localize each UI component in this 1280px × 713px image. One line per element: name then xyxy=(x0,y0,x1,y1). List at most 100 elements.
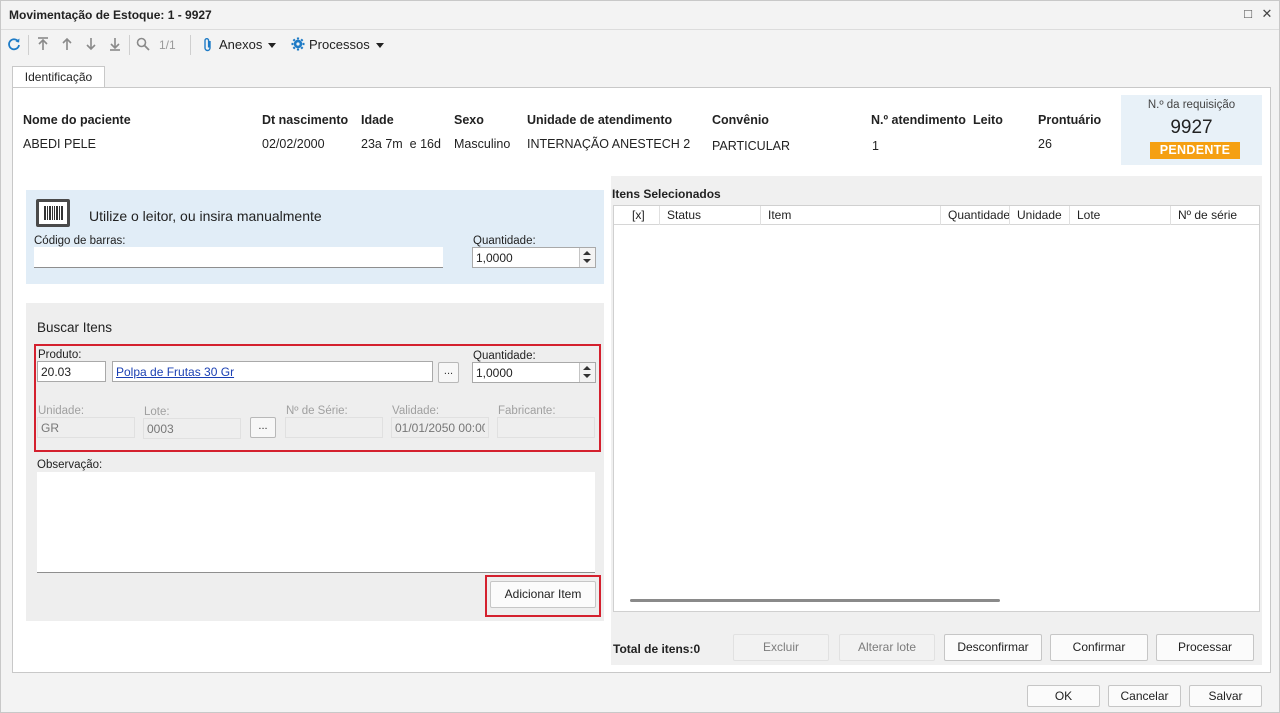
close-icon[interactable]: ✕ xyxy=(1260,7,1274,21)
barcode-qty-input[interactable] xyxy=(472,247,596,268)
lot-browse-button[interactable]: ... xyxy=(250,417,276,438)
patient-name-label: Nome do paciente xyxy=(23,113,131,127)
manufacturer-label: Fabricante: xyxy=(498,405,556,417)
requisition-box: N.º da requisição 9927 PENDENTE xyxy=(1121,95,1262,165)
chevron-down-icon xyxy=(268,43,277,49)
tab-label: Identificação xyxy=(24,70,93,84)
toolbar: 1/1 Anexos Processos xyxy=(1,30,1279,59)
column-header-check[interactable]: [x] xyxy=(614,206,660,225)
add-item-button[interactable]: Adicionar Item xyxy=(490,581,596,608)
unit-field-label: Unidade: xyxy=(38,405,85,417)
processos-menu[interactable]: Processos xyxy=(309,37,384,52)
column-header-serial[interactable]: Nº de série xyxy=(1171,206,1259,225)
patient-name: ABEDI PELE xyxy=(23,137,96,151)
requisition-label: N.º da requisição xyxy=(1147,99,1236,111)
record-value: 26 xyxy=(1038,137,1052,151)
previous-record-icon[interactable] xyxy=(59,36,75,52)
total-items: Total de itens:0 xyxy=(613,642,701,656)
product-browse-button[interactable]: ... xyxy=(438,362,459,383)
search-panel: Buscar Itens Produto: Polpa de Frutas 30… xyxy=(26,303,604,621)
manufacturer-input xyxy=(497,417,595,438)
confirm-button[interactable]: Confirmar xyxy=(1050,634,1148,661)
column-header-status[interactable]: Status xyxy=(660,206,761,225)
insurance-value: PARTICULAR xyxy=(712,139,791,153)
validity-input xyxy=(391,417,489,438)
unit-value: INTERNAÇÃO ANESTECH 2 xyxy=(527,137,691,151)
sex-label: Sexo xyxy=(454,113,484,127)
product-qty-stepper[interactable] xyxy=(579,363,595,382)
lot-input xyxy=(143,418,241,439)
product-code-input[interactable] xyxy=(37,361,106,382)
window-title: Movimentação de Estoque: 1 - 9927 xyxy=(9,8,212,22)
status-badge: PENDENTE xyxy=(1150,142,1240,159)
observation-label: Observação: xyxy=(37,459,103,471)
search-panel-title: Buscar Itens xyxy=(37,320,113,335)
age-value: 23a 7m e 16d xyxy=(361,137,441,151)
refresh-icon[interactable] xyxy=(6,36,22,52)
toolbar-separator xyxy=(190,35,191,55)
delete-button[interactable]: Excluir xyxy=(733,634,829,661)
requisition-number: 9927 xyxy=(1170,117,1213,138)
column-header-item[interactable]: Item xyxy=(761,206,941,225)
anexos-label: Anexos xyxy=(219,37,263,52)
column-header-lot[interactable]: Lote xyxy=(1070,206,1171,225)
process-button[interactable]: Processar xyxy=(1156,634,1254,661)
next-record-icon[interactable] xyxy=(83,36,99,52)
dob-label: Dt nascimento xyxy=(262,113,349,127)
search-icon[interactable] xyxy=(135,36,151,52)
tab-content: Nome do paciente ABEDI PELE Dt nasciment… xyxy=(12,87,1271,673)
change-lot-button[interactable]: Alterar lote xyxy=(839,634,935,661)
title-bar: Movimentação de Estoque: 1 - 9927 □ ✕ xyxy=(1,1,1279,30)
age-label: Idade xyxy=(361,113,394,127)
anexos-menu[interactable]: Anexos xyxy=(219,37,277,52)
last-record-icon[interactable] xyxy=(107,36,123,52)
tab-identificacao[interactable]: Identificação xyxy=(12,66,105,88)
paperclip-icon xyxy=(200,36,216,52)
horizontal-scrollbar[interactable] xyxy=(630,599,1000,602)
unit-input xyxy=(37,417,135,438)
barcode-label: Código de barras: xyxy=(34,235,126,247)
lot-label: Lote: xyxy=(144,406,170,418)
processos-label: Processos xyxy=(309,37,370,52)
toolbar-separator xyxy=(28,35,29,55)
maximize-icon[interactable]: □ xyxy=(1241,7,1255,21)
product-label: Produto: xyxy=(38,349,82,361)
first-record-icon[interactable] xyxy=(35,36,51,52)
cancel-button[interactable]: Cancelar xyxy=(1108,685,1181,707)
serial-label: Nº de Série: xyxy=(286,405,348,417)
unit-label: Unidade de atendimento xyxy=(527,113,673,127)
barcode-icon xyxy=(36,199,70,227)
product-name-field[interactable]: Polpa de Frutas 30 Gr xyxy=(112,361,433,382)
observation-textarea[interactable] xyxy=(37,472,595,573)
barcode-panel: Utilize o leitor, ou insira manualmente … xyxy=(26,190,604,284)
save-button[interactable]: Salvar xyxy=(1189,685,1262,707)
table-header: [x] Status Item Quantidade Unidade Lote … xyxy=(614,206,1259,225)
selected-items-panel: Itens Selecionados [x] Status Item Quant… xyxy=(611,176,1262,665)
product-qty-label: Quantidade: xyxy=(473,350,536,362)
column-header-quantity[interactable]: Quantidade xyxy=(941,206,1010,225)
unconfirm-button[interactable]: Desconfirmar xyxy=(944,634,1042,661)
page-counter: 1/1 xyxy=(159,38,176,52)
serial-input xyxy=(285,417,383,438)
column-header-unit[interactable]: Unidade xyxy=(1010,206,1070,225)
qty-stepper[interactable] xyxy=(579,248,595,267)
toolbar-separator xyxy=(129,35,130,55)
attendance-value: 1 xyxy=(872,139,879,153)
product-qty-input[interactable] xyxy=(472,362,596,383)
selected-items-title: Itens Selecionados xyxy=(612,187,721,201)
barcode-qty-label: Quantidade: xyxy=(473,235,536,247)
selected-items-table[interactable]: [x] Status Item Quantidade Unidade Lote … xyxy=(613,205,1260,612)
gear-icon xyxy=(290,36,306,52)
chevron-down-icon xyxy=(375,43,384,49)
insurance-label: Convênio xyxy=(712,113,769,127)
dob-value: 02/02/2000 xyxy=(262,137,325,151)
barcode-panel-title: Utilize o leitor, ou insira manualmente xyxy=(89,208,322,224)
product-name-link[interactable]: Polpa de Frutas 30 Gr xyxy=(116,365,234,379)
main-window: Movimentação de Estoque: 1 - 9927 □ ✕ 1/… xyxy=(0,0,1280,713)
barcode-input[interactable] xyxy=(34,247,443,268)
validity-label: Validade: xyxy=(392,405,440,417)
attendance-label: N.º atendimento xyxy=(871,113,966,127)
sex-value: Masculino xyxy=(454,137,511,151)
bed-label: Leito xyxy=(973,113,1003,127)
ok-button[interactable]: OK xyxy=(1027,685,1100,707)
